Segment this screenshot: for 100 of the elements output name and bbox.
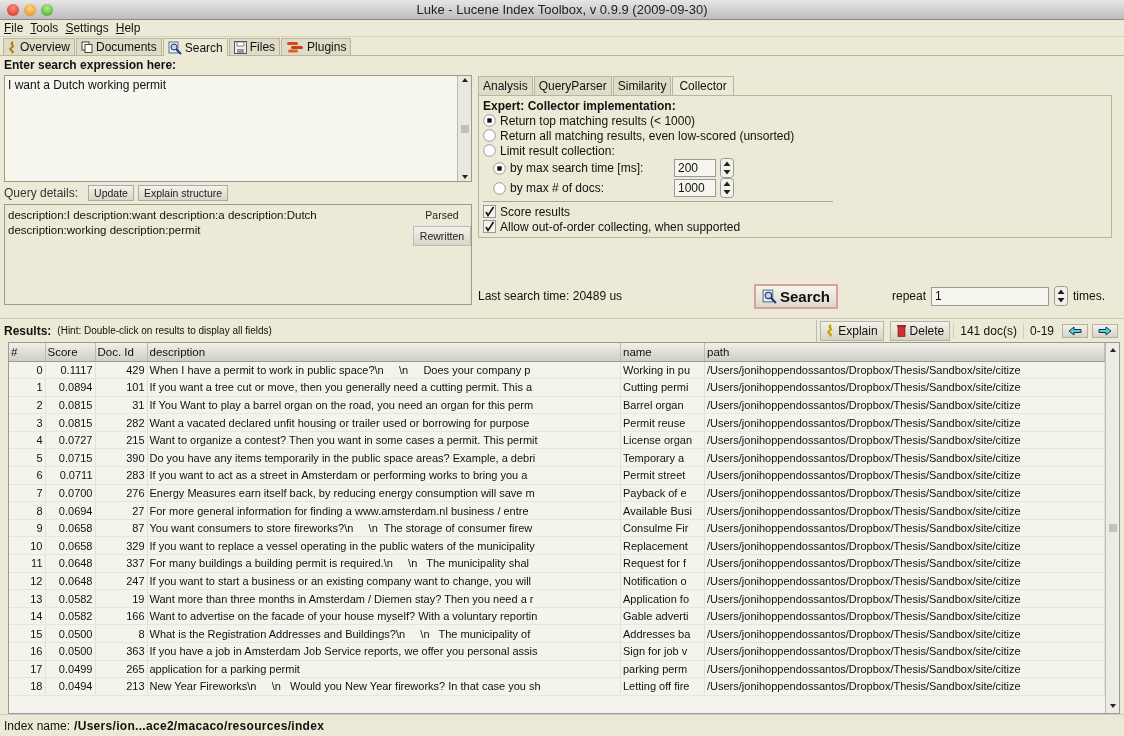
table-cell: /Users/jonihoppendossantos/Dropbox/Thesis/Sandbox/site/citize: [707, 627, 1021, 640]
tab[interactable]: Collector: [672, 76, 734, 96]
table-cell: 0.0648: [58, 574, 93, 587]
hint-text: (Hint: Double-click on results to display all fields): [57, 325, 273, 336]
column-header[interactable]: description: [147, 343, 621, 361]
column-header[interactable]: Doc. Id: [95, 343, 147, 361]
scroll-down-icon[interactable]: [460, 173, 469, 181]
query-button[interactable]: Explain structure: [137, 185, 229, 201]
next-page-button[interactable]: [1092, 323, 1118, 338]
column-header[interactable]: path: [704, 343, 1105, 361]
table-cell: 0.0500: [58, 645, 93, 658]
tab[interactable]: Files: [228, 38, 281, 55]
query-field[interactable]: I want a Dutch working permit: [4, 75, 472, 182]
column-header[interactable]: name: [620, 343, 705, 361]
table-cell: /Users/jonihoppendossantos/Dropbox/Thesis/Sandbox/site/citize: [707, 539, 1021, 552]
option-label: Return top matching results (< 1000): [500, 113, 696, 128]
table-cell: Want to advertise on the facade of your house myself? With a voluntary reportin: [149, 610, 538, 623]
table-cell: 0.0700: [58, 486, 93, 499]
table-cell: /Users/jonihoppendossantos/Dropbox/Thesis/Sandbox/site/citize: [707, 486, 1021, 499]
tab[interactable]: Documents: [76, 38, 162, 55]
repeat-field[interactable]: 1: [931, 286, 1050, 306]
table-cell: 166: [126, 610, 145, 623]
table-cell: 390: [126, 451, 145, 464]
table-cell: 11: [31, 557, 43, 570]
column-header[interactable]: #: [9, 343, 45, 361]
index-name-label: Index name:: [4, 718, 71, 733]
table-cell: If You Want to play a barrel organ on the road, you need an organ for this perm: [149, 399, 534, 411]
tab[interactable]: Similarity: [612, 76, 672, 95]
table-cell: 16: [30, 645, 43, 658]
table-cell: Consulme Fir: [623, 522, 689, 535]
column-header[interactable]: Score: [45, 343, 95, 361]
table-cell: Want to organize a contest? Then you want in some cases a permit. This permit: [149, 434, 538, 447]
tab[interactable]: QueryParser: [533, 76, 612, 95]
table-cell: 0.0727: [58, 434, 93, 447]
table-cell: 9: [36, 522, 43, 535]
left-arrow-icon: [1068, 325, 1082, 336]
table-cell: 265: [126, 662, 145, 675]
table-cell: 3: [36, 416, 43, 429]
table-cell: 2: [36, 399, 43, 411]
table-cell: parking perm: [623, 662, 688, 675]
plug-icon: [286, 41, 305, 53]
table-cell: 363: [126, 645, 145, 658]
checkbox-label: Allow out-of-order collecting, when supported: [500, 219, 741, 234]
table-cell: /Users/jonihoppendossantos/Dropbox/Thesis/Sandbox/site/citize: [707, 416, 1021, 429]
number-field[interactable]: 1000: [674, 179, 716, 198]
view-toggle[interactable]: Rewritten: [413, 226, 471, 246]
table-cell: New Year Fireworks\n \n Would you New Year fireworks? In that case you sh: [149, 680, 541, 693]
checkbox[interactable]: [483, 220, 496, 233]
last-search-time: Last search time: 20489 us: [478, 289, 623, 303]
scroll-down-icon[interactable]: [1108, 702, 1117, 710]
number-field[interactable]: 200: [674, 159, 716, 178]
table-cell: 4: [36, 434, 43, 447]
table-cell: /Users/jonihoppendossantos/Dropbox/Thesis/Sandbox/site/citize: [707, 504, 1021, 517]
radio-button[interactable]: [483, 144, 496, 158]
checkbox[interactable]: [483, 205, 496, 219]
option-label: by max # of docs:: [510, 181, 606, 196]
explain-button[interactable]: Explain: [820, 320, 884, 341]
results-label: Results:: [4, 323, 52, 338]
table-cell: Request for f: [623, 557, 686, 570]
table-cell: 10: [30, 539, 43, 552]
radio-button[interactable]: [483, 129, 496, 143]
delete-button[interactable]: Delete: [889, 320, 951, 341]
table-cell: Replacement: [623, 539, 688, 552]
tab[interactable]: Overview: [3, 38, 75, 55]
menu-item[interactable]: Help: [115, 21, 141, 35]
tab[interactable]: Search: [162, 38, 228, 56]
spinner-arrows-icon[interactable]: [720, 178, 734, 199]
table-cell: application for a parking permit: [149, 662, 300, 675]
scroll-up-icon[interactable]: [1108, 346, 1117, 354]
table-cell: 19: [132, 592, 145, 605]
close-button[interactable]: [7, 3, 19, 16]
table-cell: 0.0711: [59, 469, 93, 482]
scroll-up-icon[interactable]: [460, 76, 469, 84]
documents-icon: [81, 41, 93, 53]
previous-page-button[interactable]: [1062, 323, 1088, 338]
spinner-arrows-icon[interactable]: [720, 158, 734, 179]
query-button[interactable]: Update: [88, 185, 134, 201]
tab[interactable]: Plugins: [281, 38, 352, 55]
index-path: /Users/ion...ace2/macaco/resources/index: [74, 718, 325, 733]
query-details-label: Query details:: [4, 186, 79, 200]
table-cell: /Users/jonihoppendossantos/Dropbox/Thesis/Sandbox/site/citize: [707, 645, 1021, 658]
table-cell: 6: [36, 469, 43, 482]
table-cell: /Users/jonihoppendossantos/Dropbox/Thesis/Sandbox/site/citize: [707, 451, 1021, 464]
tab[interactable]: Analysis: [478, 76, 533, 95]
table-cell: What is the Registration Addresses and Buildings?\n \n The municipality of: [149, 627, 531, 640]
spinner-arrows-icon[interactable]: [1054, 286, 1069, 306]
table-cell: 12: [30, 574, 43, 587]
menu-item[interactable]: File: [4, 21, 24, 35]
table-cell: 429: [126, 363, 145, 376]
table-cell: If you want a tree cut or move, then you generally need a cutting permit. This a: [149, 381, 533, 394]
table-cell: 215: [126, 434, 145, 447]
menu-item[interactable]: Tools: [30, 21, 59, 35]
doc-count: 141 doc(s): [953, 323, 1023, 338]
radio-button[interactable]: [483, 114, 496, 128]
search-icon: [167, 40, 182, 55]
search-button[interactable]: Search: [753, 283, 838, 309]
table-cell: 17: [30, 662, 43, 675]
radio-button[interactable]: [493, 181, 506, 195]
menu-item[interactable]: Settings: [65, 21, 109, 35]
radio-button[interactable]: [493, 161, 506, 175]
